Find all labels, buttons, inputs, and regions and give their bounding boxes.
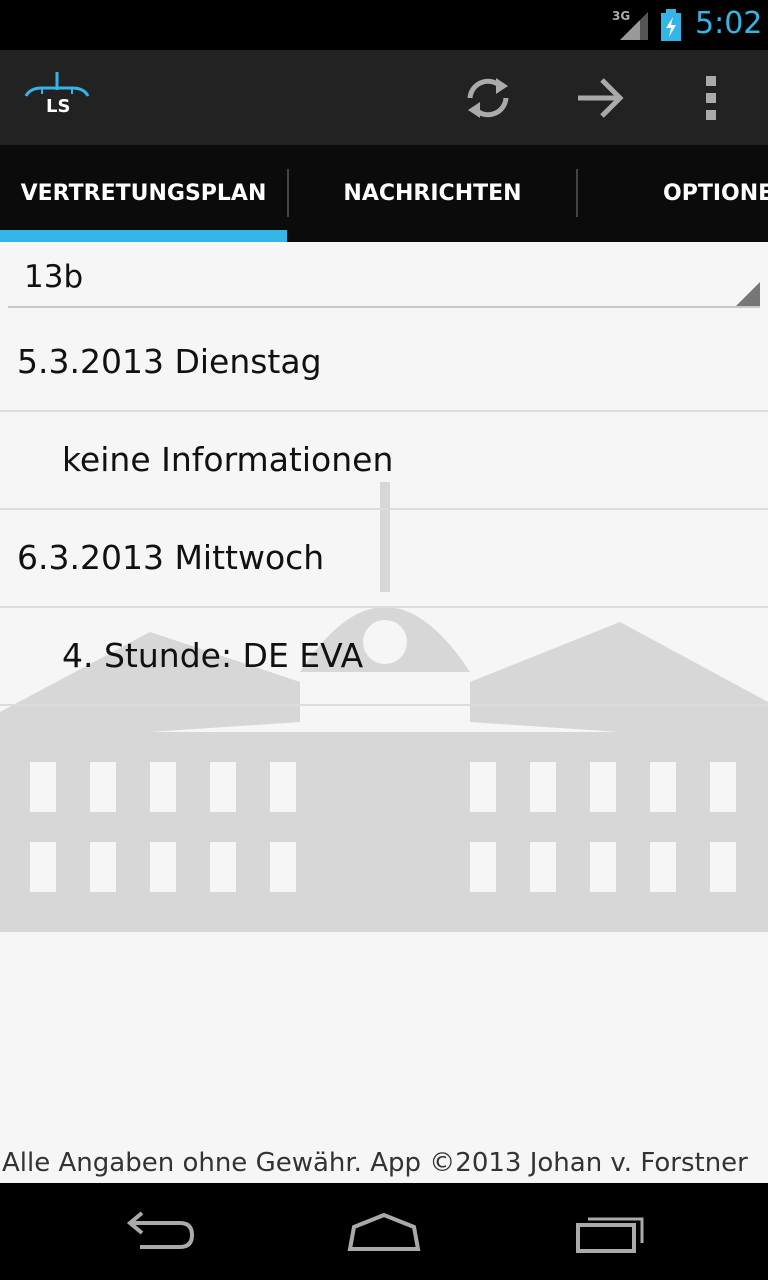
battery-charging-icon [660, 9, 682, 41]
home-icon[interactable] [344, 1209, 424, 1255]
system-nav-bar [0, 1183, 768, 1280]
status-bar: 3G 5:02 [0, 0, 768, 50]
disclaimer-footer: Alle Angaben ohne Gewähr. App ©2013 Joha… [2, 1148, 748, 1178]
signal-icon [618, 10, 650, 42]
class-selector-value: 13b [24, 259, 84, 295]
tab-optionen[interactable]: OPTIONEN [578, 145, 768, 242]
dropdown-corner-icon [736, 282, 760, 306]
tab-bar: VERTRETUNGSPLAN NACHRICHTEN OPTIONEN [0, 145, 768, 242]
tab-vertretungsplan[interactable]: VERTRETUNGSPLAN [0, 145, 287, 242]
refresh-icon[interactable] [458, 70, 518, 126]
overflow-menu-icon[interactable] [682, 70, 742, 126]
substitution-list: 5.3.2013 Dienstag keine Informationen 6.… [0, 314, 768, 706]
clock: 5:02 [695, 6, 763, 41]
list-item-info: 4. Stunde: DE EVA [0, 608, 768, 706]
recent-apps-icon[interactable] [570, 1209, 650, 1255]
forward-arrow-icon[interactable] [570, 70, 630, 126]
list-item-date: 5.3.2013 Dienstag [0, 314, 768, 412]
selected-tab-indicator [0, 230, 287, 242]
back-icon[interactable] [120, 1209, 200, 1255]
class-selector-dropdown[interactable]: 13b [8, 254, 760, 308]
main-content: 13b 5.3.2013 Dienstag keine Informatione… [0, 242, 768, 1182]
list-item-date: 6.3.2013 Mittwoch [0, 510, 768, 608]
list-item-info: keine Informationen [0, 412, 768, 510]
tab-nachrichten[interactable]: NACHRICHTEN [289, 145, 576, 242]
action-bar: LS [0, 50, 768, 145]
app-logo-icon[interactable]: LS [22, 68, 92, 128]
app-logo-text: LS [46, 96, 71, 117]
